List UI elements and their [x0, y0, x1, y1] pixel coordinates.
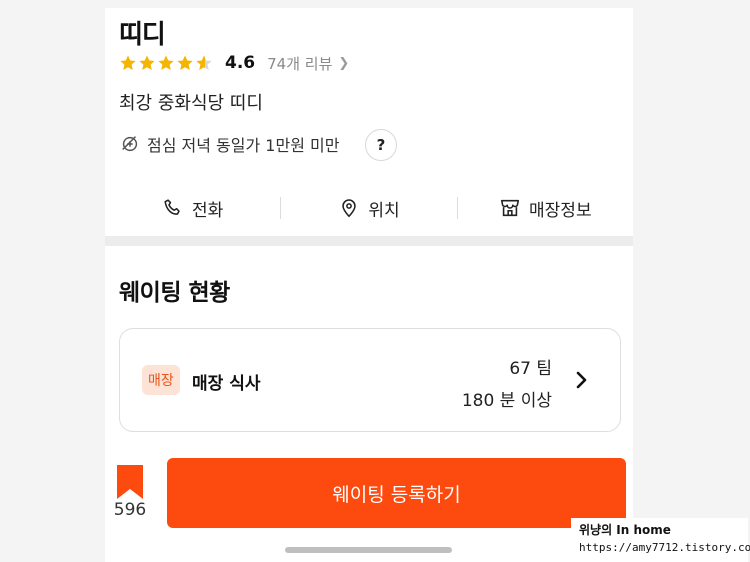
store-page: 띠디 4.6 74개 리뷰 ❯ 최강 중화식당 띠디 점심 저녁 동일가 1만원… — [105, 8, 633, 562]
chevron-right-icon — [576, 371, 587, 389]
waiting-teams: 67 팀 — [509, 359, 552, 379]
register-waiting-button[interactable]: 웨이팅 등록하기 — [167, 458, 626, 528]
location-pin-icon — [342, 199, 357, 218]
store-name: 띠디 — [119, 20, 166, 50]
call-label: 전화 — [192, 200, 224, 221]
price-text: 점심 저녁 동일가 1만원 미만 — [147, 136, 340, 155]
review-link[interactable]: 74개 리뷰 ❯ — [267, 53, 349, 74]
rating-value: 4.6 — [225, 53, 256, 73]
watermark-url: https://amy7712.tistory.com — [579, 541, 750, 554]
action-bar: 전화 위치 매장정보 — [105, 191, 633, 225]
store-info-label: 매장정보 — [529, 200, 592, 221]
store-description: 최강 중화식당 띠디 — [119, 93, 263, 114]
blog-watermark: 위냥의 In home https://amy7712.tistory.com — [571, 518, 750, 562]
phone-icon — [164, 199, 180, 215]
star-icon — [139, 55, 155, 70]
price-tag-icon — [122, 136, 138, 152]
section-separator — [105, 236, 633, 246]
bookmark-icon[interactable] — [117, 465, 143, 499]
waiting-time: 180 분 이상 — [461, 391, 552, 411]
chevron-right-icon: ❯ — [338, 55, 350, 71]
store-info-button[interactable]: 매장정보 — [458, 191, 633, 225]
waiting-title: 웨이팅 현황 — [119, 280, 230, 306]
waiting-status-card[interactable]: 매장 매장 식사 67 팀 180 분 이상 — [119, 328, 621, 432]
watermark-title: 위냥의 In home — [579, 523, 671, 537]
bookmark-count: 596 — [113, 500, 147, 520]
star-icon — [177, 55, 193, 70]
location-button[interactable]: 위치 — [281, 191, 456, 225]
rating-stars — [119, 54, 213, 72]
star-icon — [158, 55, 174, 70]
call-button[interactable]: 전화 — [105, 191, 280, 225]
help-button[interactable]: ? — [365, 129, 397, 161]
rating-row: 4.6 74개 리뷰 ❯ — [119, 52, 349, 74]
price-info: 점심 저녁 동일가 1만원 미만 — [119, 132, 339, 156]
store-icon — [501, 199, 520, 217]
review-count: 74개 리뷰 — [267, 54, 333, 73]
half-star-icon — [196, 55, 212, 70]
dine-in-badge: 매장 — [142, 365, 180, 395]
home-indicator — [285, 547, 452, 553]
star-icon — [120, 55, 136, 70]
location-label: 위치 — [368, 200, 400, 221]
waiting-type-label: 매장 식사 — [192, 374, 261, 394]
